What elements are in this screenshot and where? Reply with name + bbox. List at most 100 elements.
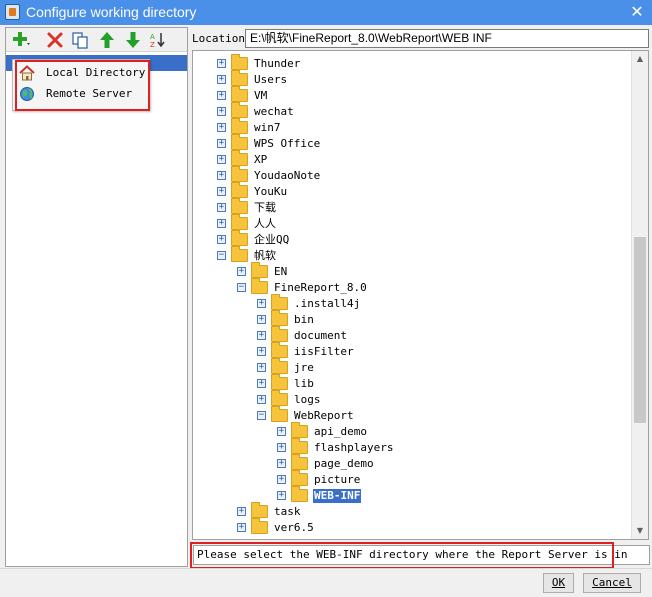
tree-row-label: 下载 <box>254 201 276 214</box>
folder-icon <box>291 422 308 438</box>
expand-toggle[interactable]: + <box>237 507 246 516</box>
tree-row-label: 人人 <box>254 217 276 230</box>
folder-icon <box>251 262 268 278</box>
svg-text:Z: Z <box>150 41 155 49</box>
expand-toggle[interactable]: + <box>217 219 226 228</box>
expand-toggle[interactable]: + <box>217 139 226 148</box>
tree-row-label: Users <box>254 73 288 86</box>
expand-toggle[interactable]: + <box>257 395 266 404</box>
expand-toggle[interactable]: + <box>217 75 226 84</box>
folder-icon <box>291 486 308 502</box>
delete-button[interactable] <box>46 31 64 49</box>
expand-toggle[interactable]: + <box>277 475 286 484</box>
tree-row-label: picture <box>314 473 361 486</box>
folder-icon <box>231 214 248 230</box>
folder-icon <box>231 102 248 118</box>
sort-az-icon: A Z <box>150 33 165 49</box>
tree-row-label: bin <box>294 313 314 326</box>
folder-icon <box>291 438 308 454</box>
expand-toggle[interactable]: + <box>277 491 286 500</box>
tree-row-label: win7 <box>254 121 281 134</box>
expand-toggle[interactable]: + <box>257 331 266 340</box>
directory-tree: + Thunder + Users + VM + wechat + win7 +… <box>192 50 649 540</box>
folder-icon <box>271 406 288 422</box>
expand-toggle[interactable]: + <box>257 299 266 308</box>
collapse-toggle[interactable]: − <box>257 411 266 420</box>
expand-toggle[interactable]: + <box>257 363 266 372</box>
svg-text:A: A <box>150 33 155 41</box>
tree-row-label: api_demo <box>314 425 367 438</box>
folder-icon <box>231 70 248 86</box>
expand-toggle[interactable]: + <box>277 459 286 468</box>
bottom-divider <box>0 568 652 569</box>
folder-icon <box>231 118 248 134</box>
tree-vertical-scrollbar[interactable]: ▲ ▼ <box>631 51 648 539</box>
collapse-toggle[interactable]: − <box>217 251 226 260</box>
scroll-down-arrow-icon[interactable]: ▼ <box>632 523 648 539</box>
folder-icon <box>231 134 248 150</box>
tree-row-label: 企业QQ <box>254 233 290 246</box>
add-dropdown-button[interactable] <box>12 31 30 49</box>
tree-row-label: YouKu <box>254 185 288 198</box>
expand-toggle[interactable]: + <box>217 187 226 196</box>
expand-toggle[interactable]: + <box>217 59 226 68</box>
expand-toggle[interactable]: + <box>217 235 226 244</box>
tree-row-label: WPS Office <box>254 137 321 150</box>
folder-icon <box>231 86 248 102</box>
folder-icon <box>271 390 288 406</box>
location-field[interactable]: E:\帆软\FineReport_8.0\WebReport\WEB INF <box>245 29 649 48</box>
tree-row-label: page_demo <box>314 457 374 470</box>
tree-row-label: logs <box>294 393 321 406</box>
cancel-button[interactable]: Cancel <box>583 573 641 593</box>
folder-icon <box>231 246 248 262</box>
expand-toggle[interactable]: + <box>257 379 266 388</box>
menu-item-remote-server[interactable]: Remote Server <box>16 84 148 104</box>
folder-icon <box>271 310 288 326</box>
tree-row-label: iisFilter <box>294 345 354 358</box>
expand-toggle[interactable]: + <box>217 155 226 164</box>
tree-row-label: VM <box>254 89 268 102</box>
scroll-up-arrow-icon[interactable]: ▲ <box>632 51 648 67</box>
folder-icon <box>271 294 288 310</box>
tree-row-label: task <box>274 505 301 518</box>
expand-toggle[interactable]: + <box>217 171 226 180</box>
folder-icon <box>231 198 248 214</box>
sort-button[interactable]: A Z <box>149 31 167 49</box>
tree-row-label: jre <box>294 361 314 374</box>
move-down-button[interactable] <box>124 31 142 49</box>
expand-toggle[interactable]: + <box>277 443 286 452</box>
tree-row-label: flashplayers <box>314 441 394 454</box>
folder-icon <box>231 54 248 70</box>
move-up-button[interactable] <box>98 31 116 49</box>
copy-icon <box>72 32 88 49</box>
expand-toggle[interactable]: + <box>237 523 246 532</box>
expand-toggle[interactable]: + <box>217 107 226 116</box>
globe-icon <box>19 86 35 102</box>
green-up-arrow-icon <box>100 32 114 48</box>
close-icon[interactable]: ✕ <box>628 2 646 22</box>
menu-item-label: Remote Server <box>46 87 133 100</box>
menu-item-local-directory[interactable]: Local Directory <box>16 63 148 83</box>
green-down-arrow-icon <box>126 32 140 48</box>
folder-icon <box>271 358 288 374</box>
folder-icon <box>231 150 248 166</box>
ok-button[interactable]: OK <box>543 573 574 593</box>
scrollbar-thumb[interactable] <box>634 237 646 423</box>
tree-row-label: WEB-INF <box>313 489 362 503</box>
expand-toggle[interactable]: + <box>277 427 286 436</box>
window-title: Configure working directory <box>26 4 197 20</box>
expand-toggle[interactable]: + <box>217 203 226 212</box>
collapse-toggle[interactable]: − <box>237 283 246 292</box>
tree-row-label: .install4j <box>294 297 361 310</box>
expand-toggle[interactable]: + <box>217 123 226 132</box>
location-label: Location: <box>192 32 252 45</box>
copy-button[interactable] <box>71 31 89 49</box>
expand-toggle[interactable]: + <box>257 347 266 356</box>
folder-icon <box>291 470 308 486</box>
expand-toggle[interactable]: + <box>217 91 226 100</box>
expand-toggle[interactable]: + <box>237 267 246 276</box>
expand-toggle[interactable]: + <box>257 315 266 324</box>
folder-icon <box>251 518 268 534</box>
folder-icon <box>251 278 268 294</box>
add-directory-menu: Local Directory Remote Server <box>12 59 150 111</box>
